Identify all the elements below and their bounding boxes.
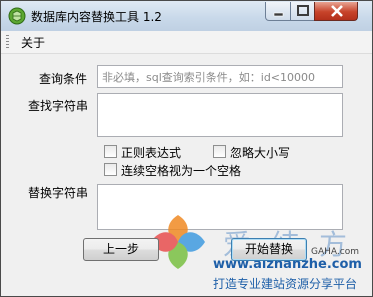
app-icon xyxy=(8,7,26,25)
app-window: 数据库内容替换工具 1.2 关于 查询条件 非必填，sql查询索引条件，如：id… xyxy=(0,0,373,297)
watermark-small-text: GAHA.com xyxy=(311,247,359,257)
maximize-button[interactable] xyxy=(290,2,315,21)
title-bar[interactable]: 数据库内容替换工具 1.2 xyxy=(1,1,372,31)
close-icon xyxy=(331,5,343,17)
menu-bar: 关于 xyxy=(1,31,372,54)
close-button[interactable] xyxy=(314,2,358,21)
menu-item-about[interactable]: 关于 xyxy=(19,34,47,51)
minimize-icon xyxy=(273,12,284,17)
prev-step-button[interactable]: 上一步 xyxy=(83,238,159,261)
find-string-label: 查找字符串 xyxy=(28,99,89,113)
ignore-case-label[interactable]: 忽略大小写 xyxy=(230,144,290,161)
minimize-button[interactable] xyxy=(265,2,291,21)
collapse-spaces-label[interactable]: 连续空格视为一个空格 xyxy=(121,162,241,179)
regex-checkbox[interactable] xyxy=(104,145,117,158)
window-title: 数据库内容替换工具 1.2 xyxy=(31,10,162,24)
collapse-spaces-checkbox[interactable] xyxy=(104,163,117,176)
query-condition-label: 查询条件 xyxy=(39,72,88,86)
ignore-case-checkbox[interactable] xyxy=(213,145,226,158)
watermark-slogan: 打造专业建站资源分享平台 xyxy=(213,277,358,291)
maximize-icon xyxy=(297,5,309,16)
query-condition-input[interactable]: 非必填，sql查询索引条件，如：id<10000 xyxy=(97,65,343,88)
replace-string-label: 替换字符串 xyxy=(28,186,89,200)
menu-grip[interactable] xyxy=(6,35,9,49)
find-string-input[interactable] xyxy=(97,93,343,137)
regex-label[interactable]: 正则表达式 xyxy=(121,144,181,161)
start-replace-button[interactable]: 开始替换 xyxy=(231,238,307,261)
